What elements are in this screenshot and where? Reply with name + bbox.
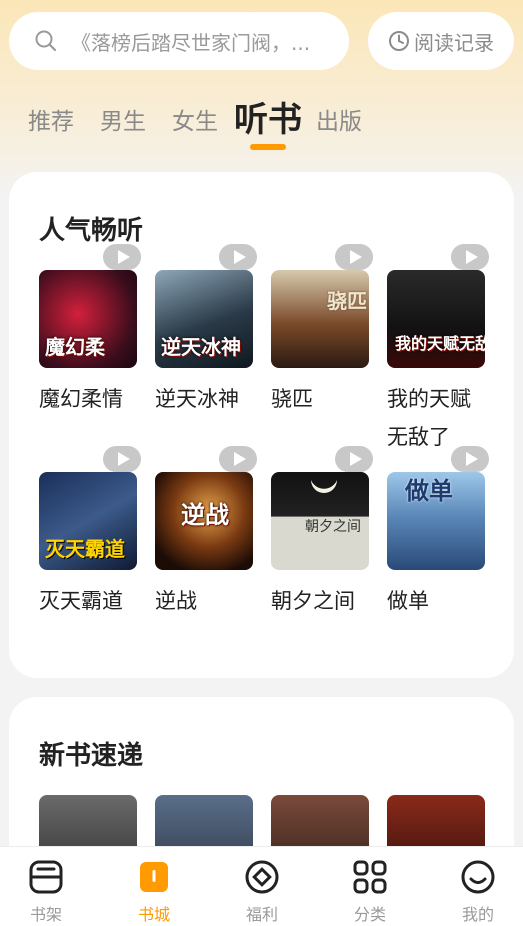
active-tab-indicator: [250, 144, 286, 150]
book-title: 魔幻柔情: [39, 387, 123, 411]
nav-label: 书架: [29, 905, 62, 924]
nav-bookstore[interactable]: 书城: [102, 847, 206, 926]
book-title: 我的天赋无敌了: [387, 387, 471, 449]
bottom-navigation: 书架 书城 福利 分类 我的: [0, 846, 523, 926]
book-cover: 逆战: [155, 472, 253, 570]
nav-welfare[interactable]: 福利: [210, 847, 314, 926]
section-title: 新书速递: [39, 741, 144, 771]
nav-label: 书城: [137, 905, 170, 924]
play-icon[interactable]: [335, 244, 373, 270]
book-cover: 灭天霸道: [39, 472, 137, 570]
nav-category[interactable]: 分类: [318, 847, 422, 926]
book-title: 灭天霸道: [39, 589, 123, 613]
profile-icon: [461, 860, 495, 894]
tab-audiobook[interactable]: 听书: [234, 92, 302, 141]
play-icon[interactable]: [451, 446, 489, 472]
cover-text: 逆天冰神: [161, 335, 241, 359]
reading-history-label: 阅读记录: [414, 30, 494, 55]
clock-icon: [389, 31, 409, 51]
section-title: 人气畅听: [39, 216, 144, 246]
nav-label: 福利: [245, 905, 278, 924]
play-icon[interactable]: [219, 446, 257, 472]
cover-text: 做单: [405, 477, 453, 505]
category-tabs: 推荐 男生 女生 听书 出版: [0, 92, 523, 152]
book-title: 朝夕之间: [271, 589, 355, 613]
cover-text: 骁匹: [327, 289, 367, 313]
search-placeholder: 《落榜后踏尽世家门阀，...: [71, 30, 311, 55]
cover-text: 逆战: [181, 501, 229, 529]
play-icon[interactable]: [451, 244, 489, 270]
book-title: 逆战: [155, 589, 197, 613]
book-title: 逆天冰神: [155, 387, 239, 411]
play-icon[interactable]: [103, 446, 141, 472]
book-title: 骁匹: [271, 387, 313, 411]
book-cover: 朝夕之间: [271, 472, 369, 570]
nav-label: 分类: [353, 905, 386, 924]
bookshelf-icon: [29, 860, 63, 894]
nav-bookshelf[interactable]: 书架: [0, 847, 98, 926]
welfare-icon: [245, 860, 279, 894]
book-cover: 骁匹: [271, 270, 369, 368]
bookstore-icon: [140, 862, 168, 892]
play-icon[interactable]: [219, 244, 257, 270]
popular-listen-section: 人气畅听 魔幻柔 魔幻柔情 逆天冰神 逆天冰神 骁匹 骁匹 我的天赋无敌 我的天…: [9, 172, 514, 678]
search-icon: [35, 30, 57, 52]
tab-published[interactable]: 出版: [316, 102, 362, 136]
book-cover: 魔幻柔: [39, 270, 137, 368]
reading-history-button[interactable]: 阅读记录: [368, 12, 514, 70]
book-cover: 我的天赋无敌: [387, 270, 485, 368]
play-icon[interactable]: [335, 446, 373, 472]
book-title: 做单: [387, 589, 429, 613]
book-cover: 逆天冰神: [155, 270, 253, 368]
cover-text: 灭天霸道: [45, 537, 125, 561]
nav-label: 我的: [461, 905, 494, 924]
moon-icon: [311, 480, 337, 493]
cover-text: 我的天赋无敌: [395, 334, 485, 353]
book-cover: 做单: [387, 472, 485, 570]
tab-female[interactable]: 女生: [172, 102, 218, 136]
cover-text: 魔幻柔: [45, 335, 105, 359]
tab-recommend[interactable]: 推荐: [28, 102, 74, 136]
category-icon: [353, 860, 387, 894]
play-icon[interactable]: [103, 244, 141, 270]
search-bar[interactable]: 《落榜后踏尽世家门阀，...: [9, 12, 349, 70]
cover-text: 朝夕之间: [305, 519, 361, 535]
tab-male[interactable]: 男生: [100, 102, 146, 136]
nav-profile[interactable]: 我的: [426, 847, 523, 926]
